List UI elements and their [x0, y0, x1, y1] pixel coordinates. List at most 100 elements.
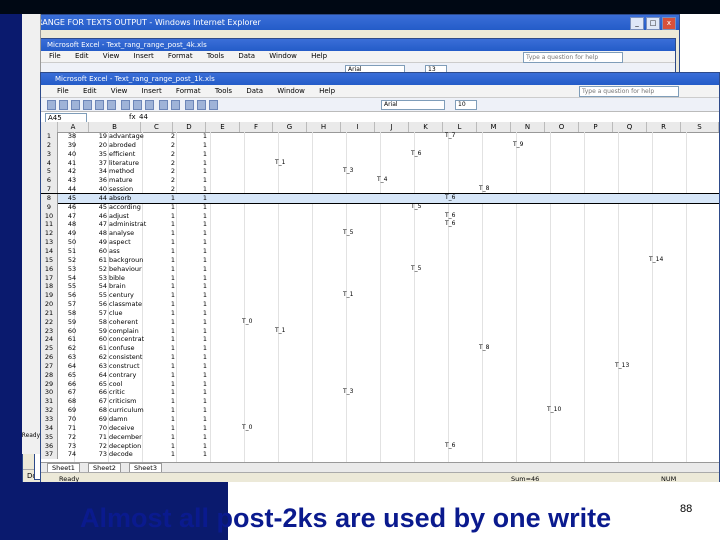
- menu-help[interactable]: Help: [319, 87, 335, 95]
- column-header-o[interactable]: O: [545, 122, 579, 132]
- row-header[interactable]: 17: [41, 273, 58, 283]
- cell-a[interactable]: 57: [58, 300, 86, 309]
- cell-c[interactable]: 1: [161, 353, 175, 362]
- cell-d[interactable]: 1: [193, 327, 207, 336]
- cell-a[interactable]: 44: [58, 185, 86, 194]
- cell-a[interactable]: 74: [58, 450, 86, 459]
- sort-icon[interactable]: [197, 100, 206, 110]
- cell-b[interactable]: 36: [89, 176, 109, 185]
- table-row[interactable]: 36 73 72 deception 1 1 T_6: [41, 441, 719, 451]
- cell-topic-tag[interactable]: T_6: [445, 194, 455, 203]
- cell-d[interactable]: 1: [193, 335, 207, 344]
- cell-a[interactable]: 61: [58, 335, 86, 344]
- cell-topic-tag[interactable]: T_1: [275, 159, 285, 168]
- cell-a[interactable]: 62: [58, 344, 86, 353]
- open-icon[interactable]: [59, 100, 68, 110]
- column-header-d[interactable]: D: [173, 122, 206, 132]
- cell-c[interactable]: 1: [161, 380, 175, 389]
- cell-a[interactable]: 68: [58, 397, 86, 406]
- menu-edit[interactable]: Edit: [83, 87, 97, 95]
- print-icon[interactable]: [83, 100, 92, 110]
- table-row[interactable]: 2 39 20 abroded 2 1 T_9: [41, 140, 719, 150]
- row-header[interactable]: 22: [41, 317, 58, 327]
- redo-icon[interactable]: [171, 100, 180, 110]
- menu-window[interactable]: Window: [269, 52, 297, 60]
- help-question-input[interactable]: Type a question for help: [579, 86, 679, 97]
- table-row[interactable]: 13 50 49 aspect 1 1: [41, 238, 719, 247]
- cell-c[interactable]: 1: [161, 424, 175, 433]
- row-header[interactable]: 11: [41, 220, 58, 230]
- cell-b[interactable]: 19: [89, 132, 109, 141]
- cell-d[interactable]: 1: [193, 406, 207, 415]
- cell-topic-tag[interactable]: T_5: [411, 265, 421, 274]
- cell-c[interactable]: 1: [161, 274, 175, 283]
- cell-c[interactable]: 1: [161, 238, 175, 247]
- row-header[interactable]: 20: [41, 300, 58, 309]
- cell-a[interactable]: 72: [58, 433, 86, 442]
- table-row[interactable]: 27 64 63 construct 1 1 T_13: [41, 361, 719, 371]
- cell-b[interactable]: 59: [89, 327, 109, 336]
- row-header[interactable]: 14: [41, 246, 58, 256]
- table-row[interactable]: 29 66 65 cool 1 1: [41, 379, 719, 389]
- row-header[interactable]: 9: [41, 202, 58, 212]
- cell-b[interactable]: 64: [89, 371, 109, 380]
- table-row[interactable]: 24 61 60 concentrat 1 1: [41, 335, 719, 345]
- row-header[interactable]: 16: [41, 264, 58, 274]
- cell-a[interactable]: 40: [58, 150, 86, 159]
- cell-d[interactable]: 1: [193, 353, 207, 362]
- font-size-select[interactable]: 10: [455, 100, 477, 110]
- column-header-a[interactable]: A: [58, 122, 89, 132]
- menu-data[interactable]: Data: [246, 87, 263, 95]
- row-header[interactable]: 32: [41, 406, 58, 415]
- table-row[interactable]: 21 58 57 clue 1 1: [41, 308, 719, 318]
- cell-c[interactable]: 1: [161, 406, 175, 415]
- cell-b[interactable]: 48: [89, 229, 109, 238]
- row-header[interactable]: 31: [41, 397, 58, 407]
- cell-c[interactable]: 1: [161, 247, 175, 256]
- cell-d[interactable]: 1: [193, 362, 207, 371]
- cell-b[interactable]: 40: [89, 185, 109, 194]
- menu-format[interactable]: Format: [176, 87, 201, 95]
- cell-topic-tag[interactable]: T_5: [411, 203, 421, 212]
- cell-a[interactable]: 51: [58, 247, 86, 256]
- cell-a[interactable]: 69: [58, 406, 86, 415]
- cell-a[interactable]: 59: [58, 318, 86, 327]
- row-header[interactable]: 26: [41, 353, 58, 362]
- copy-icon[interactable]: [133, 100, 142, 110]
- row-header[interactable]: 34: [41, 423, 58, 433]
- menu-file[interactable]: File: [57, 87, 69, 95]
- row-header[interactable]: 6: [41, 176, 58, 186]
- cell-topic-tag[interactable]: T_6: [445, 442, 455, 451]
- table-row[interactable]: 16 53 52 behaviour 1 1 T_5: [41, 264, 719, 274]
- cell-a[interactable]: 46: [58, 203, 86, 212]
- undo-icon[interactable]: [159, 100, 168, 110]
- cell-b[interactable]: 61: [89, 256, 109, 265]
- table-row[interactable]: 37 74 73 decode 1 1: [41, 450, 719, 460]
- cell-c[interactable]: 1: [161, 388, 175, 397]
- cell-b[interactable]: 67: [89, 397, 109, 406]
- cell-topic-tag[interactable]: T_1: [275, 327, 285, 336]
- select-all-corner[interactable]: [41, 122, 58, 132]
- cell-b[interactable]: 34: [89, 167, 109, 176]
- table-row[interactable]: 7 44 40 session 2 1 T_8: [41, 185, 719, 194]
- cell-d[interactable]: 1: [193, 141, 207, 150]
- table-row[interactable]: 9 46 45 according 1 1 T_5: [41, 202, 719, 212]
- cell-b[interactable]: 60: [89, 247, 109, 256]
- cell-a[interactable]: 45: [58, 194, 86, 203]
- row-header[interactable]: 5: [41, 167, 58, 177]
- cell-b[interactable]: 53: [89, 274, 109, 283]
- table-row[interactable]: 14 51 60 ass 1 1: [41, 246, 719, 256]
- cell-c[interactable]: 1: [161, 433, 175, 442]
- cell-c[interactable]: 1: [161, 291, 175, 300]
- cell-d[interactable]: 1: [193, 344, 207, 353]
- cell-d[interactable]: 1: [193, 397, 207, 406]
- row-header[interactable]: 19: [41, 291, 58, 301]
- menu-tools[interactable]: Tools: [207, 52, 224, 60]
- table-row[interactable]: 30 67 66 critic 1 1 T_3: [41, 388, 719, 398]
- table-row[interactable]: 5 42 34 method 2 1 T_3: [41, 167, 719, 177]
- column-header-n[interactable]: N: [511, 122, 545, 132]
- cell-b[interactable]: 54: [89, 282, 109, 291]
- cell-c[interactable]: 1: [161, 335, 175, 344]
- cell-topic-tag[interactable]: T_5: [343, 229, 353, 238]
- cell-topic-tag[interactable]: T_9: [513, 141, 523, 150]
